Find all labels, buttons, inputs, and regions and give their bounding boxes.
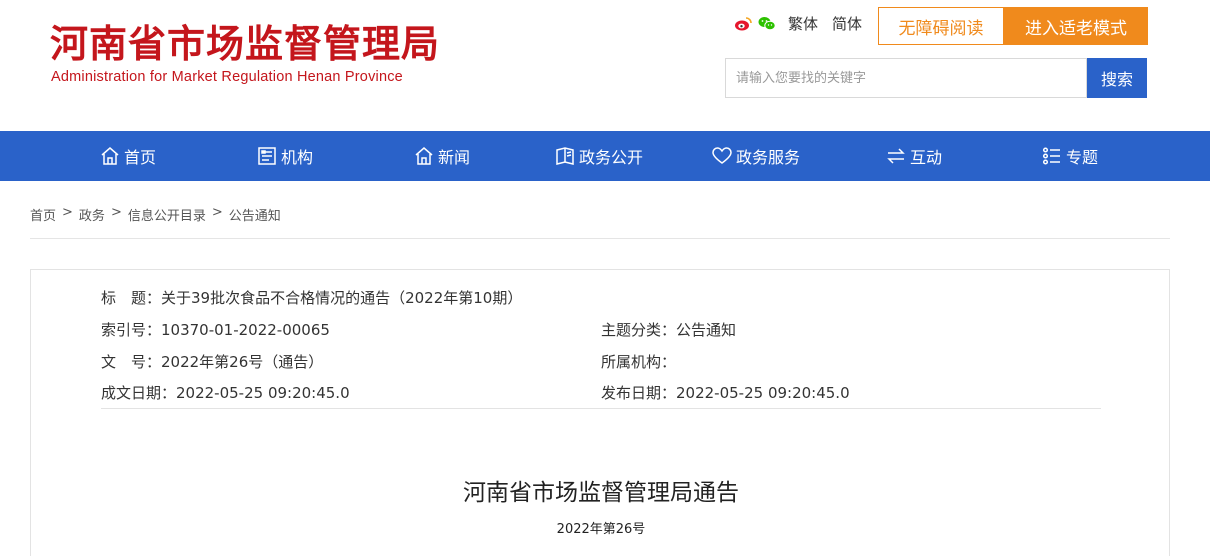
breadcrumb-catalog[interactable]: 信息公开目录 <box>128 205 206 224</box>
breadcrumb-separator: > <box>62 205 73 220</box>
breadcrumb-separator: > <box>211 205 223 220</box>
top-links: 繁体 简体 <box>734 12 870 34</box>
home-icon <box>101 147 119 165</box>
nav-label: 专题 <box>1066 148 1099 167</box>
breadcrumb: 首页 > 政务 > 信息公开目录 > 公告通知 <box>30 205 281 224</box>
nav-label: 机构 <box>281 148 314 167</box>
breadcrumb-current[interactable]: 公告通知 <box>229 205 281 224</box>
nav-item-news[interactable]: 新闻 <box>414 131 470 181</box>
heart-icon <box>712 147 732 164</box>
nav-label: 互动 <box>910 148 943 167</box>
simplified-chinese-link[interactable]: 简体 <box>832 13 862 34</box>
breadcrumb-divider <box>30 238 1170 239</box>
nav-label: 新闻 <box>438 148 471 167</box>
nav-item-home[interactable]: 首页 <box>100 131 156 181</box>
org-icon <box>258 147 276 165</box>
meta-category: 主题分类：公告通知 <box>601 321 737 339</box>
nav-label: 首页 <box>124 148 157 167</box>
site-logo-cn[interactable]: 河南省市场监督管理局 <box>50 20 440 68</box>
meta-published: 发布日期：2022-05-25 09:20:45.0 <box>601 384 850 402</box>
article-panel: 标 题：关于39批次食品不合格情况的通告（2022年第10期） 索引号：1037… <box>30 269 1170 556</box>
nav-item-org[interactable]: 机构 <box>257 131 313 181</box>
wechat-icon[interactable] <box>758 15 776 31</box>
elder-mode-button[interactable]: 进入适老模式 <box>1004 7 1148 45</box>
site-logo-en: Administration for Market Regulation Hen… <box>51 69 403 85</box>
meta-created: 成文日期：2022-05-25 09:20:45.0 <box>101 384 350 402</box>
meta-org: 所属机构： <box>601 353 677 371</box>
nav-label: 政务服务 <box>736 148 801 167</box>
search-button[interactable]: 搜索 <box>1087 58 1147 98</box>
breadcrumb-gov[interactable]: 政务 <box>79 205 105 224</box>
book-icon <box>556 147 574 165</box>
nav-item-topics[interactable]: 专题 <box>1042 131 1098 181</box>
weibo-icon[interactable] <box>734 15 752 31</box>
nav-item-gov-affairs[interactable]: 政务公开 <box>555 131 643 181</box>
breadcrumb-home[interactable]: 首页 <box>30 205 56 224</box>
exchange-icon <box>887 148 905 164</box>
list-icon <box>1042 147 1060 165</box>
meta-title: 标 题：关于39批次食品不合格情况的通告（2022年第10期） <box>101 289 523 307</box>
breadcrumb-separator: > <box>110 205 122 220</box>
document-heading: 河南省市场监督管理局通告 <box>463 480 739 506</box>
search-input[interactable] <box>725 58 1087 98</box>
main-nav: 首页 机构 新闻 政务公开 政务服务 互动 专题 <box>0 131 1210 181</box>
document-number: 2022年第26号 <box>556 522 646 537</box>
news-icon <box>415 147 433 165</box>
accessible-reading-button[interactable]: 无障碍阅读 <box>878 7 1004 45</box>
nav-item-interaction[interactable]: 互动 <box>886 131 942 181</box>
nav-item-gov-services[interactable]: 政务服务 <box>712 131 800 181</box>
meta-index-no: 索引号：10370-01-2022-00065 <box>101 321 330 339</box>
nav-label: 政务公开 <box>579 148 644 167</box>
meta-divider <box>101 408 1101 409</box>
meta-doc-no: 文 号：2022年第26号（通告） <box>101 353 324 371</box>
traditional-chinese-link[interactable]: 繁体 <box>788 13 818 34</box>
site-header: 河南省市场监督管理局 Administration for Market Reg… <box>0 0 1210 131</box>
